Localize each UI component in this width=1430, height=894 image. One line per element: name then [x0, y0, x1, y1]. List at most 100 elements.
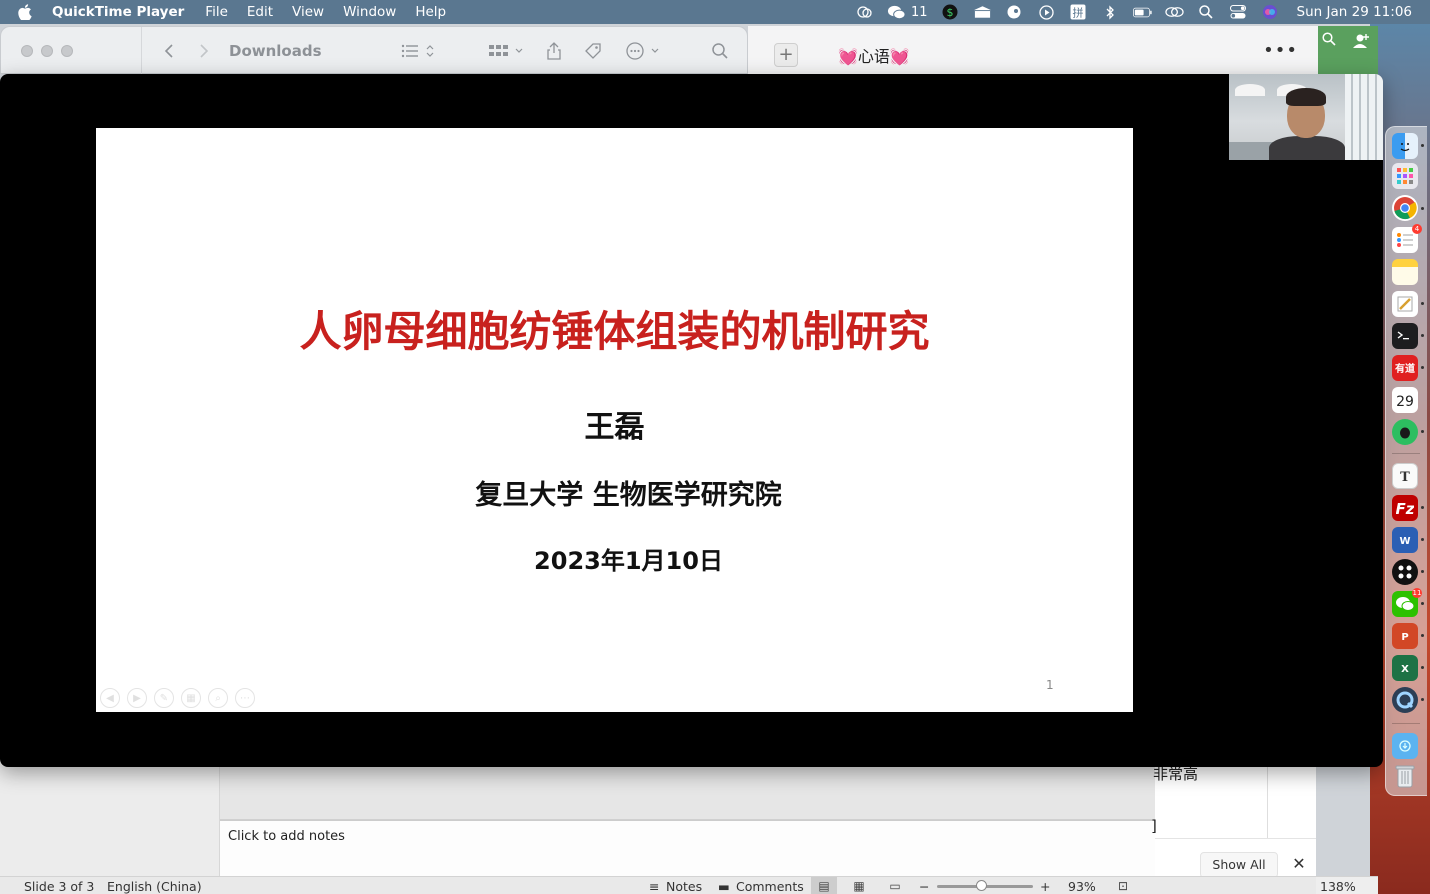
running-indicator	[1421, 506, 1424, 509]
running-indicator	[1421, 366, 1424, 369]
share-icon[interactable]	[546, 41, 562, 61]
notes-placeholder[interactable]: Click to add notes	[228, 829, 345, 844]
language-indicator[interactable]: English (China)	[107, 879, 202, 894]
notes-toggle[interactable]: Notes	[666, 879, 702, 894]
tag-icon[interactable]	[584, 41, 602, 61]
slide-sorter-view-icon[interactable]: ▦	[846, 877, 872, 894]
typora-icon[interactable]: T	[1392, 463, 1418, 489]
quicktime-icon[interactable]	[1392, 687, 1418, 713]
slides-grid-icon[interactable]: ▦	[181, 688, 201, 708]
more-options-icon[interactable]: •••	[1263, 40, 1298, 61]
wechat-badge: 11	[1412, 588, 1422, 598]
more-icon[interactable]: ⋯	[235, 688, 255, 708]
spotlight-search-icon[interactable]	[1197, 5, 1216, 20]
link-icon[interactable]	[1164, 5, 1184, 20]
minimize-window-button[interactable]	[41, 45, 53, 57]
running-indicator	[1421, 207, 1424, 210]
trash-icon[interactable]	[1392, 763, 1418, 789]
menu-view[interactable]: View	[292, 4, 324, 20]
search-icon[interactable]	[711, 41, 729, 61]
menu-edit[interactable]: Edit	[247, 4, 273, 20]
finder-icon[interactable]	[1392, 133, 1418, 159]
apple-menu-icon[interactable]	[16, 3, 34, 21]
calendar-icon[interactable]: 29	[1392, 387, 1418, 413]
pen-icon[interactable]: ✎	[154, 688, 174, 708]
notes-pane[interactable]: Click to add notes	[220, 820, 1155, 876]
notes-toggle-icon[interactable]: ≡	[649, 879, 659, 894]
comments-toggle[interactable]: Comments	[736, 879, 804, 894]
svg-text:$: $	[947, 6, 954, 19]
list-view-icon[interactable]	[401, 41, 435, 61]
new-tab-button[interactable]: +	[774, 43, 798, 67]
pane-divider	[1155, 838, 1316, 839]
next-slide-icon[interactable]: ▶	[127, 688, 147, 708]
search-icon[interactable]	[1322, 32, 1336, 50]
zoom-slider-thumb[interactable]	[976, 880, 987, 891]
add-contact-icon[interactable]	[1352, 32, 1370, 54]
more-actions-icon[interactable]	[626, 41, 662, 61]
running-indicator	[1421, 334, 1424, 337]
youdao-dictionary-icon[interactable]: 有道	[1392, 355, 1418, 381]
previous-slide-icon[interactable]: ◀	[100, 688, 120, 708]
close-icon[interactable]: ✕	[1290, 854, 1308, 874]
zoom-window-button[interactable]	[61, 45, 73, 57]
menu-window[interactable]: Window	[343, 4, 396, 20]
running-indicator	[1421, 698, 1424, 701]
status-area: 11 $ 拼 Sun Jan 29 11:06	[855, 0, 1412, 24]
library-icon[interactable]	[973, 5, 992, 20]
siri-icon[interactable]	[1261, 5, 1280, 20]
terminal-icon[interactable]	[1392, 323, 1418, 349]
dollar-app-icon[interactable]: $	[941, 4, 960, 20]
bluetooth-icon[interactable]	[1101, 4, 1120, 20]
background-window	[1345, 74, 1383, 160]
app-menu-quicktime[interactable]: QuickTime Player	[52, 4, 184, 20]
dock-separator	[1392, 453, 1420, 454]
normal-view-icon[interactable]: ▤	[811, 877, 837, 894]
control-center-icon[interactable]	[1229, 5, 1248, 20]
group-icon[interactable]	[489, 41, 525, 61]
battery-icon[interactable]	[1132, 5, 1152, 20]
screen-share-icon[interactable]	[855, 5, 874, 20]
powerpoint-status-bar: Slide 3 of 3 English (China) ≡ Notes ▬ C…	[0, 876, 1316, 894]
comments-icon[interactable]: ▬	[718, 879, 730, 894]
close-window-button[interactable]	[21, 45, 33, 57]
wechat-sidebar-strip	[1318, 26, 1378, 76]
menu-file[interactable]: File	[205, 4, 228, 20]
menu-help[interactable]: Help	[415, 4, 446, 20]
zoom-icon[interactable]: ⌕	[208, 688, 228, 708]
slide-thumbnails-pane[interactable]	[0, 760, 220, 876]
filezilla-icon[interactable]: Fz	[1392, 495, 1418, 521]
quicktime-player-window[interactable]: 人卵母细胞纺锤体组装的机制研究 王磊 复旦大学 生物医学研究院 2023年1月1…	[0, 74, 1383, 767]
evernote-icon[interactable]	[1005, 5, 1024, 20]
downloads-folder-icon[interactable]	[1392, 733, 1418, 759]
launchpad-icon[interactable]	[1392, 163, 1418, 189]
presenter-view-icon[interactable]: ▭	[882, 877, 908, 894]
evernote-icon[interactable]	[1392, 419, 1418, 445]
forward-icon[interactable]	[198, 41, 210, 61]
baidu-netdisk-icon[interactable]	[1392, 559, 1418, 585]
svg-text:拼: 拼	[1073, 6, 1084, 20]
chrome-icon[interactable]	[1392, 195, 1418, 221]
svg-text:W: W	[1399, 536, 1410, 546]
slide-editing-area[interactable]	[220, 760, 1155, 820]
fit-to-window-icon[interactable]: ⊡	[1110, 877, 1136, 894]
back-icon[interactable]	[163, 41, 175, 61]
play-circle-icon[interactable]	[1037, 4, 1056, 20]
presentation-slide: 人卵母细胞纺锤体组装的机制研究 王磊 复旦大学 生物医学研究院 2023年1月1…	[96, 128, 1133, 712]
input-method-icon[interactable]: 拼	[1069, 4, 1088, 20]
zoom-out-icon[interactable]: −	[919, 879, 929, 894]
zoom-level[interactable]: 93%	[1068, 879, 1096, 894]
slide-page-number: 1	[1046, 678, 1054, 692]
menu-bar-clock[interactable]: Sun Jan 29 11:06	[1297, 4, 1412, 20]
microsoft-powerpoint-icon[interactable]: P	[1392, 623, 1418, 649]
microsoft-word-icon[interactable]: W	[1392, 527, 1418, 553]
show-all-button[interactable]: Show All	[1200, 852, 1278, 878]
wechat-icon[interactable]	[887, 5, 906, 20]
speaker-hair	[1286, 88, 1326, 106]
notes-icon[interactable]	[1392, 259, 1418, 285]
chat-window-header: + 💓心语💓 •••	[748, 26, 1320, 78]
microsoft-excel-icon[interactable]: X	[1392, 655, 1418, 681]
textedit-icon[interactable]	[1392, 291, 1418, 317]
slide-title: 人卵母细胞纺锤体组装的机制研究	[299, 307, 930, 356]
zoom-in-icon[interactable]: +	[1040, 879, 1050, 894]
